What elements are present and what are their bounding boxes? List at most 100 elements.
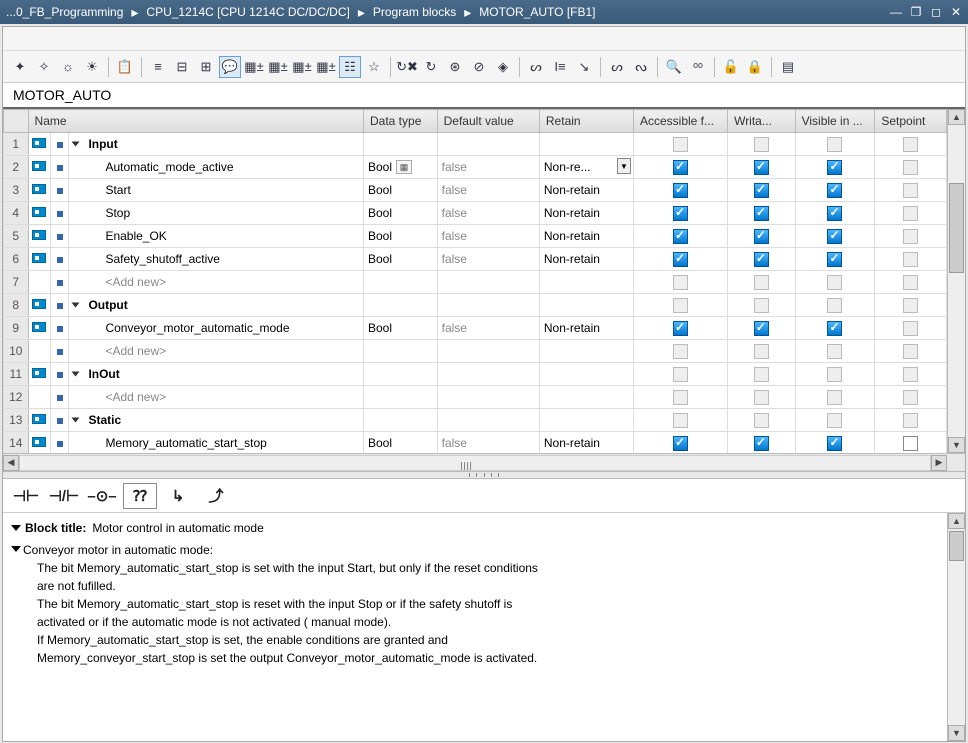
checkbox[interactable] xyxy=(673,252,688,267)
cell-name[interactable]: Output xyxy=(69,294,364,317)
cell-retain[interactable] xyxy=(539,294,633,317)
toolbar-button[interactable]: ↻ xyxy=(420,56,442,78)
cell-datatype[interactable] xyxy=(364,294,438,317)
table-row[interactable]: 4StopBoolfalseNon-retain xyxy=(4,202,947,225)
cell-datatype[interactable] xyxy=(364,409,438,432)
cell-name[interactable]: <Add new> xyxy=(69,386,364,409)
cell-retain[interactable]: Non-retain xyxy=(539,248,633,271)
editor-vertical-scrollbar[interactable]: ▲ ▼ xyxy=(947,513,965,741)
checkbox[interactable] xyxy=(827,298,842,313)
toolbar-button[interactable]: ☼ xyxy=(57,56,79,78)
toolbar-button[interactable]: ᵒᵒ xyxy=(687,56,709,78)
checkbox[interactable] xyxy=(903,413,918,428)
table-row[interactable]: 13Static xyxy=(4,409,947,432)
cell-retain[interactable] xyxy=(539,363,633,386)
checkbox[interactable] xyxy=(754,413,769,428)
cell-checkbox[interactable] xyxy=(795,225,875,248)
cell-retain[interactable] xyxy=(539,409,633,432)
toolbar-button[interactable]: I≡ xyxy=(549,56,571,78)
table-row[interactable]: 11InOut xyxy=(4,363,947,386)
table-row[interactable]: 5Enable_OKBoolfalseNon-retain xyxy=(4,225,947,248)
cell-checkbox[interactable] xyxy=(728,386,796,409)
table-row[interactable]: 7<Add new> xyxy=(4,271,947,294)
cell-name[interactable]: Safety_shutoff_active xyxy=(69,248,364,271)
cell-retain[interactable]: Non-re...▼ xyxy=(539,156,633,179)
toolbar-button[interactable]: 🔍 xyxy=(663,56,685,78)
cell-checkbox[interactable] xyxy=(795,317,875,340)
cell-datatype[interactable] xyxy=(364,340,438,363)
checkbox[interactable] xyxy=(754,367,769,382)
checkbox[interactable] xyxy=(903,436,918,451)
cell-default[interactable]: false xyxy=(437,225,539,248)
checkbox[interactable] xyxy=(754,344,769,359)
toolbar-button[interactable]: ↻✖ xyxy=(396,56,418,78)
datatype-picker-button[interactable]: ▦ xyxy=(396,160,412,174)
breadcrumb-item[interactable]: ...0_FB_Programming xyxy=(4,5,125,19)
checkbox[interactable] xyxy=(673,344,688,359)
checkbox[interactable] xyxy=(754,436,769,451)
cell-checkbox[interactable] xyxy=(728,294,796,317)
cell-checkbox[interactable] xyxy=(795,386,875,409)
minimize-button[interactable]: — xyxy=(888,4,904,20)
cell-setpoint[interactable] xyxy=(875,409,947,432)
cell-default[interactable]: false xyxy=(437,156,539,179)
cell-checkbox[interactable] xyxy=(795,202,875,225)
cell-datatype[interactable]: Bool xyxy=(364,248,438,271)
checkbox[interactable] xyxy=(827,206,842,221)
cell-default[interactable] xyxy=(437,409,539,432)
checkbox[interactable] xyxy=(673,436,688,451)
lad-coil-button[interactable]: –⊙– xyxy=(85,483,119,509)
checkbox[interactable] xyxy=(827,321,842,336)
cell-checkbox[interactable] xyxy=(728,179,796,202)
cell-name[interactable]: Automatic_mode_active xyxy=(69,156,364,179)
cell-setpoint[interactable] xyxy=(875,317,947,340)
lad-branch-close-button[interactable]: ⤴ xyxy=(199,483,233,509)
cell-setpoint[interactable] xyxy=(875,202,947,225)
cell-checkbox[interactable] xyxy=(795,294,875,317)
checkbox[interactable] xyxy=(673,160,688,175)
checkbox[interactable] xyxy=(754,390,769,405)
checkbox[interactable] xyxy=(754,206,769,221)
checkbox[interactable] xyxy=(903,206,918,221)
cell-setpoint[interactable] xyxy=(875,294,947,317)
lad-box-button[interactable]: ⁇ xyxy=(123,483,157,509)
cell-checkbox[interactable] xyxy=(633,363,727,386)
cell-checkbox[interactable] xyxy=(633,248,727,271)
table-row[interactable]: 1Input xyxy=(4,133,947,156)
cell-checkbox[interactable] xyxy=(633,225,727,248)
table-row[interactable]: 2Automatic_mode_activeBool▦falseNon-re..… xyxy=(4,156,947,179)
checkbox[interactable] xyxy=(827,252,842,267)
cell-checkbox[interactable] xyxy=(728,340,796,363)
cell-checkbox[interactable] xyxy=(728,225,796,248)
checkbox[interactable] xyxy=(754,252,769,267)
cell-datatype[interactable]: Bool xyxy=(364,179,438,202)
checkbox[interactable] xyxy=(754,298,769,313)
col-accessible[interactable]: Accessible f... xyxy=(633,110,727,133)
horizontal-splitter[interactable] xyxy=(3,471,965,479)
cell-checkbox[interactable] xyxy=(728,156,796,179)
checkbox[interactable] xyxy=(754,229,769,244)
cell-setpoint[interactable] xyxy=(875,248,947,271)
checkbox[interactable] xyxy=(673,206,688,221)
table-row[interactable]: 12<Add new> xyxy=(4,386,947,409)
toolbar-button[interactable]: ᔓ xyxy=(630,56,652,78)
col-datatype[interactable]: Data type xyxy=(364,110,438,133)
cell-default[interactable]: false xyxy=(437,202,539,225)
toolbar-button[interactable]: ▦± xyxy=(267,56,289,78)
close-button[interactable]: ✕ xyxy=(948,4,964,20)
cell-name[interactable]: <Add new> xyxy=(69,271,364,294)
cell-checkbox[interactable] xyxy=(633,386,727,409)
cell-retain[interactable]: Non-retain xyxy=(539,179,633,202)
checkbox[interactable] xyxy=(827,275,842,290)
col-name[interactable]: Name xyxy=(28,110,363,133)
checkbox[interactable] xyxy=(827,367,842,382)
toolbar-button[interactable]: ⊟ xyxy=(171,56,193,78)
toolbar-button[interactable]: ▦± xyxy=(315,56,337,78)
cell-datatype[interactable] xyxy=(364,271,438,294)
breadcrumb-item[interactable]: CPU_1214C [CPU 1214C DC/DC/DC] xyxy=(144,5,351,19)
maximize-button[interactable]: ◻ xyxy=(928,4,944,20)
checkbox[interactable] xyxy=(903,252,918,267)
scroll-thumb[interactable] xyxy=(949,183,964,273)
toolbar-button[interactable]: ☀ xyxy=(81,56,103,78)
toolbar-button[interactable]: ↘ xyxy=(573,56,595,78)
